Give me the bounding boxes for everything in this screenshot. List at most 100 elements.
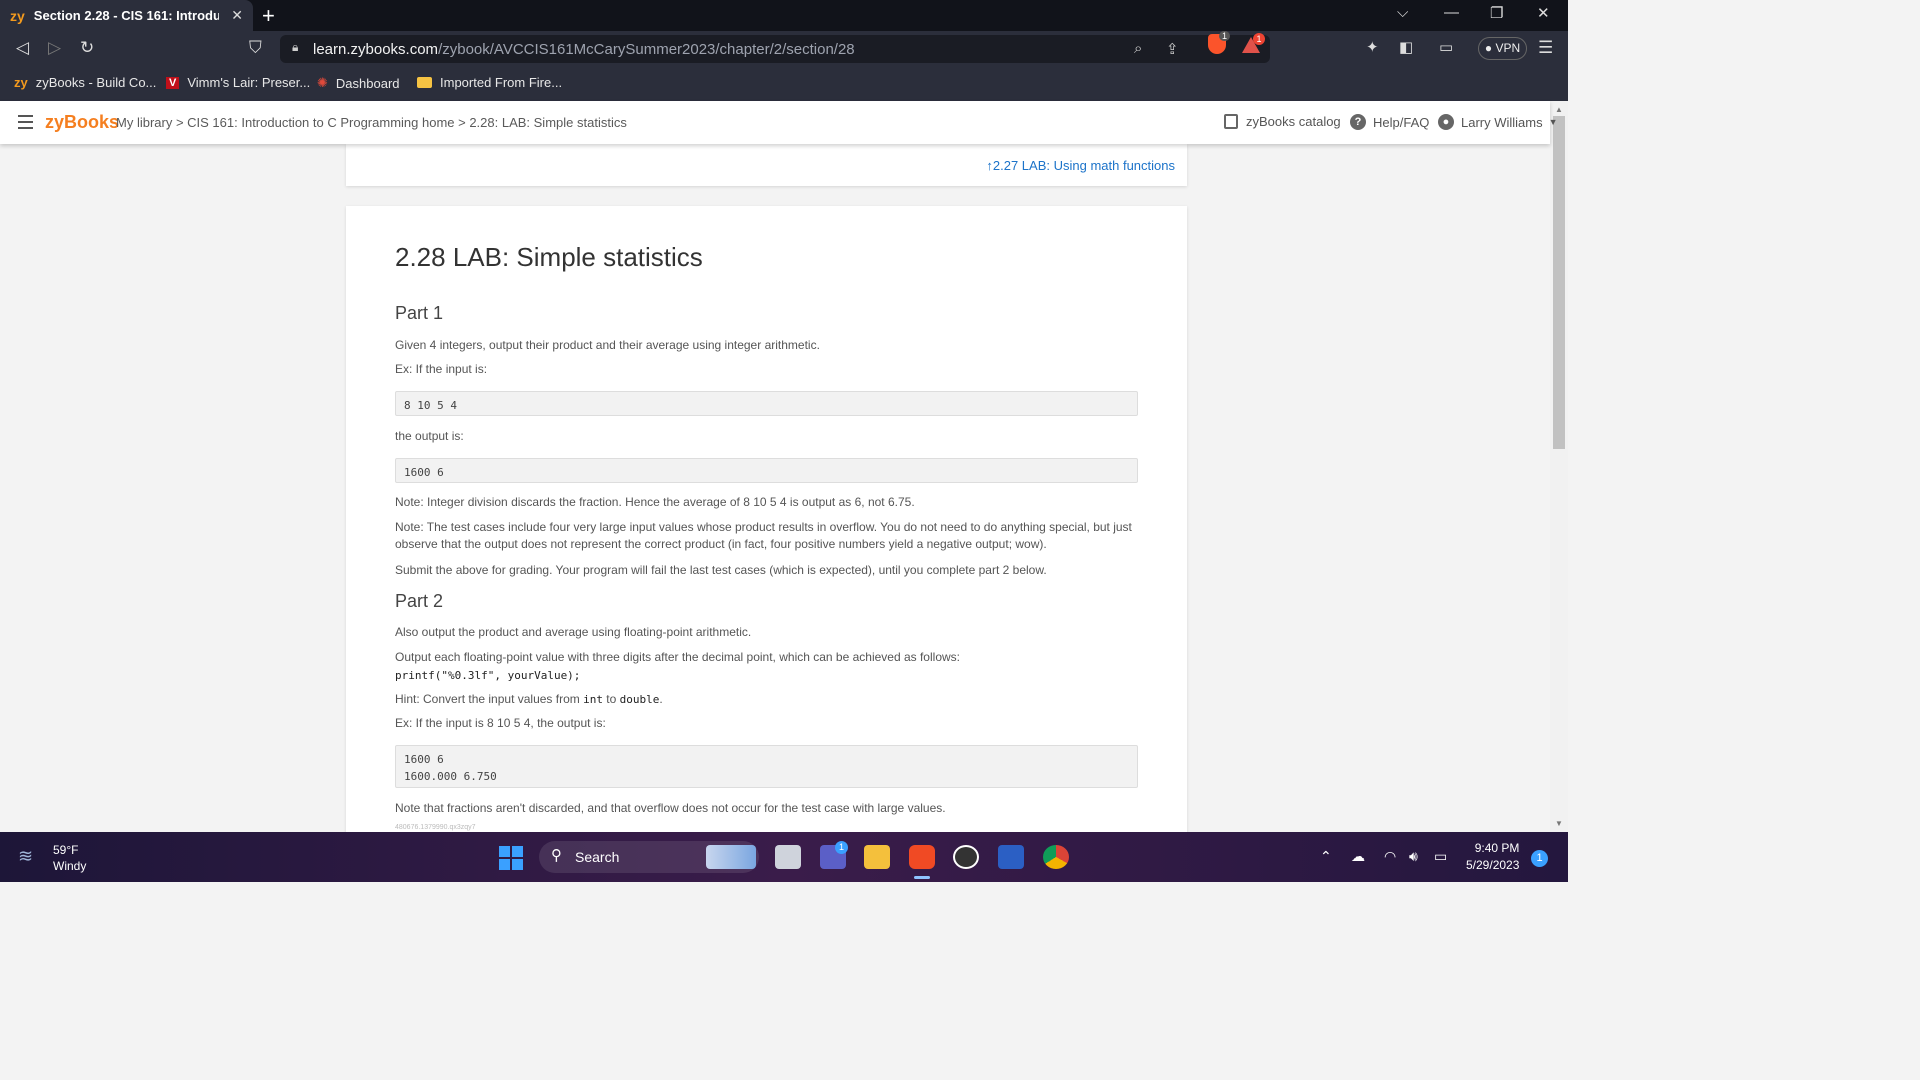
zybooks-bookmark-icon: zy bbox=[14, 75, 28, 90]
menu-icon[interactable]: ☰ bbox=[1538, 38, 1553, 58]
wifi-icon[interactable]: ◠ bbox=[1384, 848, 1396, 865]
media-player-icon[interactable] bbox=[953, 845, 979, 869]
bookmark-vimms-lair[interactable]: V Vimm's Lair: Preser... bbox=[166, 75, 310, 90]
user-name: Larry Williams bbox=[1461, 114, 1543, 130]
extensions-icon[interactable]: ✦ bbox=[1366, 38, 1379, 56]
tab-search-chevron-icon[interactable]: ⌵ bbox=[1397, 4, 1408, 21]
breadcrumb[interactable]: My library > CIS 161: Introduction to C … bbox=[116, 115, 627, 130]
chevron-down-icon: ▼ bbox=[1548, 117, 1558, 127]
example2-intro: Ex: If the input is 8 10 5 4, the output… bbox=[395, 716, 606, 730]
lab-section-card: 2.28 LAB: Simple statistics Part 1 Given… bbox=[346, 206, 1187, 832]
word-icon[interactable] bbox=[998, 845, 1024, 869]
temperature: 59°F bbox=[53, 843, 79, 857]
hamburger-menu-icon[interactable] bbox=[18, 115, 33, 133]
previous-section-link[interactable]: ↑2.27 LAB: Using math functions bbox=[986, 158, 1175, 173]
rewards-badge: 1 bbox=[1253, 33, 1265, 45]
final-note: Note that fractions aren't discarded, an… bbox=[395, 801, 946, 815]
bookmark-label: Dashboard bbox=[335, 75, 400, 91]
format-instructions: Output each floating-point value with th… bbox=[395, 650, 960, 664]
onedrive-icon[interactable]: ☁ bbox=[1351, 848, 1365, 865]
zybooks-header: zyBooks My library > CIS 161: Introducti… bbox=[0, 101, 1558, 144]
previous-section-label: 2.27 LAB: Using math functions bbox=[992, 158, 1175, 173]
url-text[interactable]: learn.zybooks.com/zybook/AVCCIS161McCary… bbox=[313, 41, 855, 58]
catalog-label: zyBooks catalog bbox=[1246, 114, 1341, 129]
tab-title: Section 2.28 - CIS 161: Introductio bbox=[33, 8, 219, 23]
output2-example-box: 1600 6 1600.000 6.750 bbox=[395, 745, 1138, 788]
wind-icon: ≋ bbox=[18, 846, 34, 866]
battery-icon[interactable]: ▭ bbox=[1434, 848, 1447, 865]
system-clock[interactable]: 9:40 PM 5/29/2023 bbox=[1466, 840, 1519, 874]
new-tab-button[interactable]: + bbox=[262, 3, 275, 29]
zybooks-favicon-icon: zy bbox=[10, 7, 25, 24]
volume-icon[interactable]: 🔊︎ bbox=[1409, 848, 1418, 865]
wallet-icon[interactable]: ▭ bbox=[1439, 38, 1453, 56]
hint-text: Hint: Convert the input values from int … bbox=[395, 691, 1145, 708]
part1-description: Given 4 integers, output their product a… bbox=[395, 338, 820, 352]
forward-button[interactable]: ▷ bbox=[48, 38, 61, 58]
overflow-note: Note: The test cases include four very l… bbox=[395, 520, 1132, 551]
zybooks-catalog-link[interactable]: zyBooks catalog bbox=[1224, 114, 1341, 129]
dashboard-icon: ✺ bbox=[317, 75, 328, 90]
bookmark-zybooks[interactable]: zy zyBooks - Build Co... bbox=[14, 75, 156, 90]
sidebar-icon[interactable]: ◧ bbox=[1399, 38, 1413, 56]
reload-button[interactable]: ↻ bbox=[80, 38, 94, 58]
zybooks-logo[interactable]: zyBooks bbox=[45, 112, 119, 133]
restore-button[interactable]: ❐ bbox=[1490, 4, 1503, 22]
notification-badge[interactable]: 1 bbox=[1531, 850, 1548, 867]
minimize-button[interactable]: — bbox=[1444, 4, 1459, 21]
bookmark-label: Imported From Fire... bbox=[440, 75, 563, 90]
shields-count-badge: 1 bbox=[1219, 31, 1231, 41]
bookmark-dashboard[interactable]: ✺ Dashboard bbox=[317, 75, 400, 91]
back-button[interactable]: ◁ bbox=[16, 38, 29, 58]
task-view-icon[interactable] bbox=[775, 845, 801, 869]
vpn-button[interactable]: ● VPN bbox=[1478, 37, 1527, 60]
lock-icon: 🔒︎ bbox=[292, 40, 299, 54]
bookmark-imported[interactable]: Imported From Fire... bbox=[417, 75, 562, 90]
page-content: ↑2.27 LAB: Using math functions 2.28 LAB… bbox=[0, 144, 1550, 832]
vpn-label: VPN bbox=[1495, 41, 1521, 55]
scrollbar-thumb[interactable] bbox=[1553, 116, 1565, 449]
address-bar[interactable]: 🔒︎ learn.zybooks.com/zybook/AVCCIS161McC… bbox=[280, 35, 1270, 63]
bookmark-label: zyBooks - Build Co... bbox=[35, 75, 157, 90]
catalog-icon bbox=[1224, 114, 1238, 129]
search-icon: ⚲ bbox=[551, 847, 562, 864]
search-label: Search bbox=[575, 849, 620, 865]
output-example-box: 1600 6 bbox=[395, 458, 1138, 483]
hint-int-code: int bbox=[583, 693, 603, 706]
printf-code: printf("%0.3lf", yourValue); bbox=[395, 669, 581, 682]
show-hidden-icons-chevron-icon[interactable]: ⌃ bbox=[1320, 848, 1332, 865]
help-faq-link[interactable]: ? Help/FAQ bbox=[1350, 114, 1429, 130]
url-host: learn.zybooks.com bbox=[313, 41, 439, 58]
user-avatar-icon: ● bbox=[1438, 114, 1454, 130]
file-explorer-icon[interactable] bbox=[864, 845, 890, 869]
chrome-icon[interactable] bbox=[1043, 845, 1069, 869]
brave-browser-icon[interactable] bbox=[909, 845, 935, 869]
scroll-down-arrow-icon[interactable]: ▼ bbox=[1555, 819, 1563, 828]
hint-double-code: double bbox=[619, 693, 660, 706]
folder-icon bbox=[417, 77, 432, 88]
output-intro: the output is: bbox=[395, 429, 464, 443]
user-menu[interactable]: ● Larry Williams ▼ bbox=[1438, 114, 1558, 130]
section-title: 2.28 LAB: Simple statistics bbox=[395, 242, 703, 272]
page-scrollbar[interactable]: ▲ ▼ bbox=[1550, 101, 1568, 832]
active-tab[interactable]: zy Section 2.28 - CIS 161: Introductio ✕ bbox=[0, 0, 253, 31]
close-tab-icon[interactable]: ✕ bbox=[231, 7, 243, 24]
bookmarks-bar: zy zyBooks - Build Co... V Vimm's Lair: … bbox=[0, 67, 1568, 101]
example-intro: Ex: If the input is: bbox=[395, 362, 488, 376]
time: 9:40 PM bbox=[1474, 841, 1520, 855]
close-window-button[interactable]: ✕ bbox=[1537, 4, 1550, 22]
search-highlight-icon[interactable] bbox=[706, 845, 756, 869]
url-path: /zybook/AVCCIS161McCarySummer2023/chapte… bbox=[438, 41, 855, 58]
zoom-icon[interactable]: ⌕ bbox=[1134, 40, 1142, 57]
share-icon[interactable]: ⇪ bbox=[1166, 40, 1179, 58]
input-example-box: 8 10 5 4 bbox=[395, 391, 1138, 416]
date: 5/29/2023 bbox=[1466, 858, 1520, 872]
scroll-up-arrow-icon[interactable]: ▲ bbox=[1555, 105, 1563, 114]
vimms-lair-icon: V bbox=[166, 76, 180, 89]
integer-division-note: Note: Integer division discards the frac… bbox=[395, 495, 915, 509]
hint-prefix: Hint: Convert the input values from bbox=[395, 692, 584, 706]
bookmark-label: Vimm's Lair: Preser... bbox=[187, 75, 311, 90]
windows-start-icon[interactable] bbox=[499, 846, 523, 870]
bookmark-icon[interactable]: ⛉ bbox=[249, 38, 262, 58]
hint-mid: to bbox=[602, 692, 620, 706]
